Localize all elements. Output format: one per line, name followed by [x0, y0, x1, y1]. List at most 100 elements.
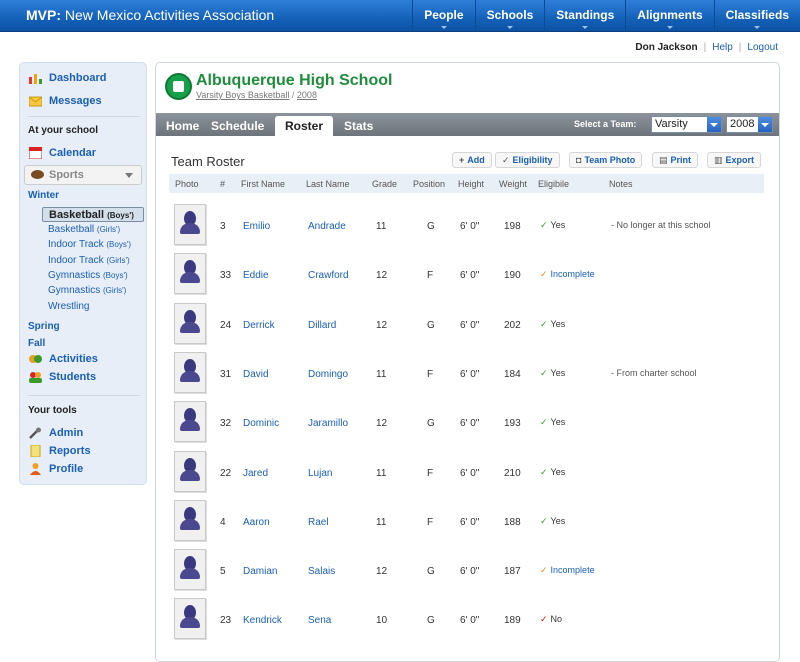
eligibility-status[interactable]: ✓ Incomplete: [540, 565, 595, 576]
table-header: Photo # First Name Last Name Grade Posit…: [169, 174, 764, 193]
player-photo[interactable]: [174, 204, 206, 245]
sidebar-item-label: Calendar: [49, 147, 97, 159]
position: G: [427, 615, 435, 627]
first-name-link[interactable]: David: [243, 369, 269, 380]
sport-basketball-boys[interactable]: Basketball (Boys'): [42, 207, 144, 222]
main-panel: Albuquerque High School Varsity Boys Bas…: [155, 62, 780, 662]
tab-schedule[interactable]: Schedule: [211, 116, 264, 136]
sidebar-item-admin[interactable]: Admin: [29, 427, 83, 439]
tab-home[interactable]: Home: [166, 116, 199, 136]
team-select[interactable]: Varsity: [651, 116, 722, 133]
sports-dropdown[interactable]: Sports: [24, 165, 142, 185]
tab-roster[interactable]: Roster: [275, 116, 334, 136]
last-name-link[interactable]: Lujan: [308, 468, 332, 479]
check-icon: ✓: [540, 220, 548, 230]
nav-classifieds[interactable]: Classifieds: [713, 0, 800, 32]
height: 6' 0": [460, 467, 480, 479]
camera-icon: ◘: [576, 155, 582, 165]
player-note: - No longer at this school: [611, 220, 711, 230]
player-photo[interactable]: [174, 499, 206, 541]
col-position[interactable]: Position: [413, 179, 445, 189]
player-photo[interactable]: [174, 253, 206, 295]
first-name-link[interactable]: Aaron: [243, 517, 270, 528]
add-button[interactable]: + Add: [452, 152, 492, 168]
season-spring[interactable]: Spring: [28, 321, 60, 332]
nav-schools[interactable]: Schools: [474, 0, 545, 32]
logout-link[interactable]: Logout: [747, 42, 778, 53]
first-name-link[interactable]: Jared: [243, 468, 268, 479]
tab-stats[interactable]: Stats: [344, 116, 373, 136]
football-icon: [31, 170, 44, 179]
season-winter[interactable]: Winter: [28, 190, 59, 201]
sport-basketball-girls[interactable]: Basketball (Girls'): [48, 224, 120, 235]
sidebar-item-calendar[interactable]: Calendar: [28, 146, 97, 160]
eligibility-button[interactable]: ✓ Eligibility: [495, 152, 560, 168]
team-photo-button[interactable]: ◘ Team Photo: [569, 152, 643, 168]
roster-title: Team Roster: [171, 154, 245, 169]
sport-name: Basketball: [48, 224, 95, 235]
last-name-link[interactable]: Crawford: [308, 270, 349, 281]
sidebar-item-profile[interactable]: Profile: [29, 463, 83, 475]
col-weight[interactable]: Weight: [499, 179, 527, 189]
first-name-link[interactable]: Eddie: [243, 270, 269, 281]
year-link[interactable]: 2008: [297, 90, 317, 100]
player-photo[interactable]: [174, 351, 206, 393]
first-name-link[interactable]: Derrick: [243, 320, 275, 331]
player-photo[interactable]: [174, 302, 206, 344]
last-name-link[interactable]: Sena: [308, 615, 331, 626]
weight: 190: [504, 270, 521, 282]
chevron-down-icon: [758, 117, 772, 132]
col-grade[interactable]: Grade: [372, 179, 397, 189]
nav-alignments[interactable]: Alignments: [625, 0, 713, 32]
divider: |: [738, 42, 742, 53]
last-name-link[interactable]: Salais: [308, 566, 335, 577]
check-icon: ✓: [540, 367, 548, 378]
sport-indoor-track-boys[interactable]: Indoor Track (Boys'): [48, 239, 131, 250]
sport-name: Wrestling: [48, 301, 90, 312]
sidebar-item-activities[interactable]: Activities: [29, 353, 98, 365]
sidebar-item-students[interactable]: Students: [29, 371, 96, 383]
app-brand[interactable]: MVP: New Mexico Activities Association: [26, 7, 274, 23]
col-last-name[interactable]: Last Name: [306, 179, 350, 189]
sidebar-item-reports[interactable]: Reports: [29, 444, 91, 458]
grade: 12: [376, 270, 388, 282]
sport-indoor-track-girls[interactable]: Indoor Track (Girls'): [48, 255, 130, 266]
first-name-link[interactable]: Damian: [243, 566, 277, 577]
weight: 193: [504, 418, 521, 430]
nav-standings[interactable]: Standings: [544, 0, 625, 32]
masks-icon: [29, 353, 42, 365]
player-photo[interactable]: [174, 598, 206, 640]
sidebar-item-messages[interactable]: Messages: [28, 95, 102, 107]
player-photo[interactable]: [174, 401, 206, 443]
button-label: Add: [467, 155, 485, 165]
last-name-link[interactable]: Jaramillo: [308, 418, 348, 429]
col-eligible[interactable]: Eligibile: [538, 179, 569, 189]
last-name-link[interactable]: Rael: [308, 517, 329, 528]
team-link[interactable]: Varsity Boys Basketball: [196, 90, 289, 100]
export-button[interactable]: ▥ Export: [707, 152, 762, 168]
eligibility-status[interactable]: ✓ Incomplete: [540, 269, 595, 280]
nav-people[interactable]: People: [412, 0, 474, 32]
eligibility-text: No: [550, 614, 563, 625]
player-photo[interactable]: [174, 450, 206, 492]
table-row: 32 Dominic Jaramillo 12 G 6' 0" 193 ✓ Yes: [169, 398, 764, 447]
first-name-link[interactable]: Kendrick: [243, 615, 282, 626]
sport-wrestling[interactable]: Wrestling: [48, 301, 90, 312]
season-fall[interactable]: Fall: [28, 338, 45, 349]
last-name-link[interactable]: Dillard: [308, 320, 336, 331]
last-name-link[interactable]: Domingo: [308, 369, 348, 380]
sidebar-item-label: Activities: [49, 353, 98, 365]
sport-gymnastics-girls[interactable]: Gymnastics (Girls'): [48, 285, 126, 296]
col-height[interactable]: Height: [458, 179, 484, 189]
first-name-link[interactable]: Dominic: [243, 418, 279, 429]
sport-gymnastics-boys[interactable]: Gymnastics (Boys'): [48, 270, 128, 281]
player-photo[interactable]: [174, 549, 206, 591]
col-first-name[interactable]: First Name: [241, 179, 285, 189]
last-name-link[interactable]: Andrade: [308, 221, 346, 232]
year-select[interactable]: 2008: [726, 116, 773, 133]
help-link[interactable]: Help: [712, 42, 733, 53]
sidebar-item-label: Students: [49, 371, 97, 383]
first-name-link[interactable]: Emilio: [243, 221, 270, 232]
print-button[interactable]: ▤ Print: [652, 152, 699, 168]
sidebar-item-dashboard[interactable]: Dashboard: [29, 72, 106, 84]
